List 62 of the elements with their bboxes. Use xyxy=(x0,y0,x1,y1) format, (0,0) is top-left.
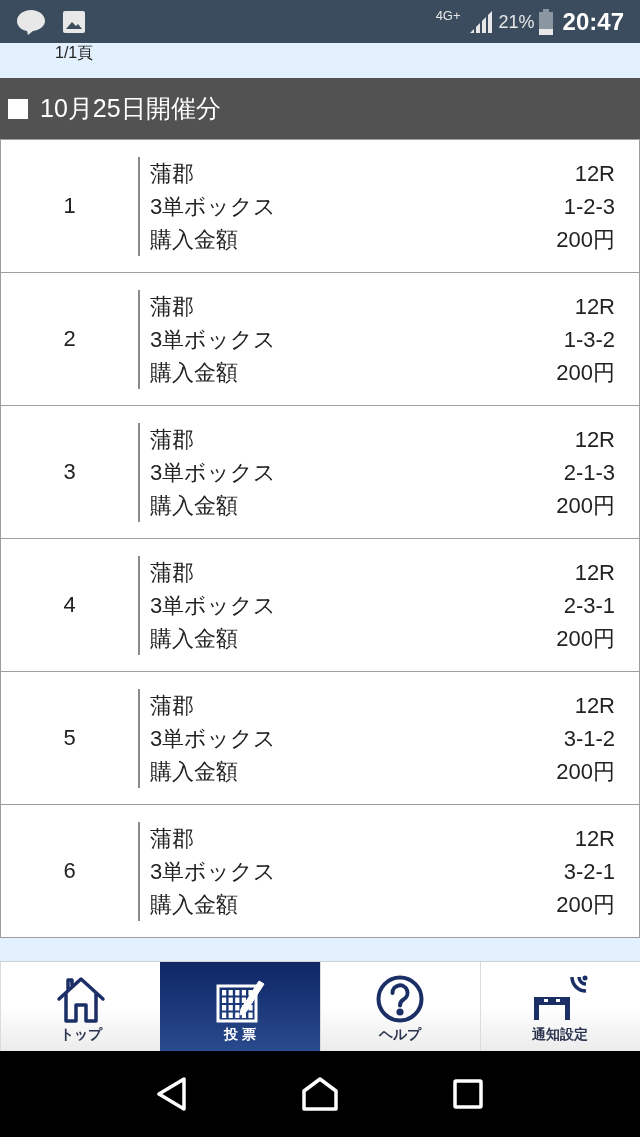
section-title: 10月25日開催分 xyxy=(40,96,221,121)
venue-name: 蒲郡 xyxy=(150,292,194,321)
desk-signal-icon xyxy=(532,975,589,1023)
amount-label: 購入金額 xyxy=(150,757,238,786)
venue-name: 蒲郡 xyxy=(150,691,194,720)
bet-number: 3 xyxy=(63,461,76,483)
chat-bubble-icon xyxy=(16,7,46,36)
nav-tab[interactable]: ヘルプ xyxy=(319,962,480,1051)
amount-value: 200円 xyxy=(556,491,615,520)
bet-combination: 2-3-1 xyxy=(563,591,615,620)
race-number: 12R xyxy=(574,425,615,454)
venue-name: 蒲郡 xyxy=(150,159,194,188)
race-number: 12R xyxy=(574,824,615,853)
help-icon xyxy=(376,975,425,1023)
venue-name: 蒲郡 xyxy=(150,558,194,587)
race-number: 12R xyxy=(574,691,615,720)
bet-type: 3単ボックス xyxy=(150,458,277,487)
race-number: 12R xyxy=(574,558,615,587)
amount-label: 購入金額 xyxy=(150,491,238,520)
image-icon xyxy=(62,9,86,34)
recents-icon[interactable] xyxy=(452,1079,483,1109)
bet-number: 2 xyxy=(63,328,76,350)
amount-label: 購入金額 xyxy=(150,358,238,387)
nav-tab[interactable]: 通知設定 xyxy=(479,962,640,1051)
nav-tab[interactable]: 投 票 xyxy=(160,962,320,1051)
bet-combination: 2-1-3 xyxy=(563,458,615,487)
bet-combination: 1-2-3 xyxy=(563,192,615,221)
page-indicator: 1/1頁 xyxy=(55,43,94,63)
house-icon xyxy=(55,975,106,1023)
home-icon[interactable] xyxy=(302,1077,338,1111)
bet-type: 3単ボックス xyxy=(150,325,277,354)
amount-value: 200円 xyxy=(556,757,615,786)
back-icon[interactable] xyxy=(157,1077,188,1111)
amount-value: 200円 xyxy=(556,624,615,653)
amount-label: 購入金額 xyxy=(150,624,238,653)
nav-tab[interactable]: トップ xyxy=(0,962,161,1051)
battery-icon xyxy=(538,8,553,35)
bet-combination: 1-3-2 xyxy=(563,325,615,354)
bet-number: 5 xyxy=(63,727,76,749)
amount-value: 200円 xyxy=(556,358,615,387)
amount-value: 200円 xyxy=(556,225,615,254)
clock-time: 20:47 xyxy=(562,9,624,34)
square-icon xyxy=(8,98,28,119)
bet-type: 3単ボックス xyxy=(150,857,277,886)
amount-label: 購入金額 xyxy=(150,890,238,919)
bet-number: 1 xyxy=(63,195,76,217)
bet-number: 4 xyxy=(63,594,76,616)
venue-name: 蒲郡 xyxy=(150,425,194,454)
amount-label: 購入金額 xyxy=(150,225,238,254)
signal-icon xyxy=(468,9,493,34)
battery-percent: 21% xyxy=(498,12,535,31)
bet-type: 3単ボックス xyxy=(150,591,277,620)
bet-number: 6 xyxy=(63,860,76,882)
bet-type: 3単ボックス xyxy=(150,724,277,753)
race-number: 12R xyxy=(574,159,615,188)
bet-combination: 3-1-2 xyxy=(563,724,615,753)
network-type: 4G+ xyxy=(435,9,461,22)
bet-combination: 3-2-1 xyxy=(563,857,615,886)
bet-type: 3単ボックス xyxy=(150,192,277,221)
race-number: 12R xyxy=(574,292,615,321)
venue-name: 蒲郡 xyxy=(150,824,194,853)
amount-value: 200円 xyxy=(556,890,615,919)
